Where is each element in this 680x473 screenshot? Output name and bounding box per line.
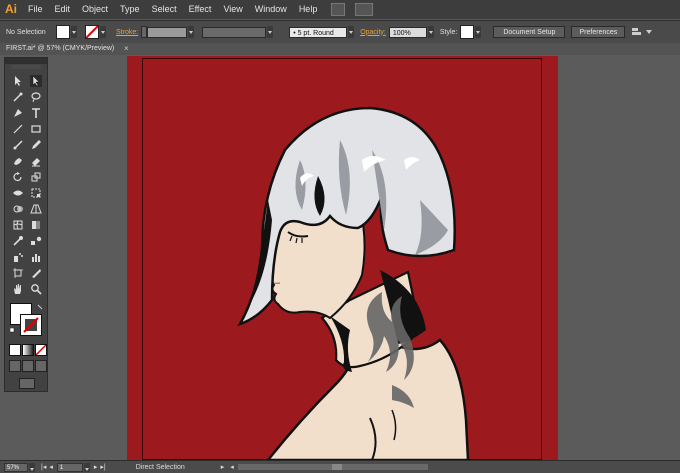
hand-tool-icon[interactable] [12,283,24,295]
document-tab[interactable]: FIRST.ai* @ 57% (CMYK/Preview) [2,43,118,55]
screen-mode-icon[interactable] [19,378,35,389]
line-segment-tool-icon[interactable] [12,123,24,135]
gradient-mode-button[interactable] [22,344,34,356]
next-artboard-icon[interactable]: ▸ [94,463,98,471]
width-tool-icon[interactable] [12,187,24,199]
menu-effect[interactable]: Effect [183,0,218,19]
menu-file[interactable]: File [22,0,49,19]
arrange-documents-icon[interactable] [355,3,374,16]
draw-behind-icon[interactable] [22,360,34,372]
rectangle-tool-icon[interactable] [30,123,42,135]
paintbrush-tool-icon[interactable] [12,139,24,151]
scale-tool-icon[interactable] [30,171,42,183]
shape-builder-tool-icon[interactable] [12,203,24,215]
stroke-swatch[interactable] [85,25,99,39]
direct-selection-tool-icon[interactable] [30,75,42,87]
brush-dropdown[interactable] [348,26,355,38]
menu-help[interactable]: Help [293,0,324,19]
menu-edit[interactable]: Edit [49,0,77,19]
preferences-button[interactable]: Preferences [571,26,626,38]
stroke-color-dropdown[interactable] [100,26,106,38]
current-tool-status[interactable]: Direct Selection [136,464,185,471]
previous-artboard-icon[interactable]: ◂ [49,463,53,471]
status-bar: 57% |◂ ◂ 1 ▸ ▸| Direct Selection ▸ ◂ [0,460,680,473]
menu-bar: Ai File Edit Object Type Select Effect V… [0,0,680,19]
last-artboard-icon[interactable]: ▸| [100,463,105,471]
tools-panel-header[interactable] [5,58,47,64]
menu-type[interactable]: Type [114,0,146,19]
status-menu-icon[interactable]: ▸ [221,463,225,471]
zoom-tool-icon[interactable] [30,283,42,295]
graphic-style-swatch[interactable] [460,25,475,39]
draw-inside-icon[interactable] [35,360,47,372]
none-stroke-icon [23,317,39,333]
artboard-dropdown[interactable] [83,462,90,472]
stroke-color-box[interactable] [20,314,42,336]
selection-tool-icon[interactable] [12,75,24,87]
blob-brush-tool-icon[interactable] [12,155,24,167]
pen-tool-icon[interactable] [12,107,24,119]
bridge-icon[interactable] [331,3,346,16]
menu-view[interactable]: View [217,0,248,19]
stroke-label[interactable]: Stroke: [116,29,138,36]
document-setup-button[interactable]: Document Setup [493,26,566,38]
default-fill-stroke-icon[interactable] [10,328,16,334]
eyedropper-tool-icon[interactable] [12,235,24,247]
stroke-weight-dropdown[interactable] [188,26,195,38]
fill-dropdown[interactable] [71,26,77,38]
free-transform-tool-icon[interactable] [30,187,42,199]
type-tool-icon[interactable] [30,107,42,119]
menu-window[interactable]: Window [249,0,293,19]
column-graph-tool-icon[interactable] [30,251,42,263]
pencil-tool-icon[interactable] [30,139,42,151]
scrollbar-thumb[interactable] [331,464,342,470]
tools-panel-grip[interactable] [11,65,41,69]
gradient-tool-icon[interactable] [30,219,42,231]
close-tab-icon[interactable]: × [124,43,129,55]
artboard-border [142,58,542,460]
magic-wand-tool-icon[interactable] [12,91,24,103]
none-mode-button[interactable] [35,344,47,356]
zoom-field[interactable]: 57% [4,462,28,472]
zoom-dropdown[interactable] [29,462,35,472]
none-icon [36,345,46,355]
color-mode-button[interactable] [9,344,21,356]
slice-tool-icon[interactable] [30,267,42,279]
eraser-tool-icon[interactable] [30,155,42,167]
brush-definition-field[interactable]: • 5 pt. Round [289,26,348,38]
pasteboard[interactable] [558,56,680,460]
rotate-tool-icon[interactable] [12,171,24,183]
style-label: Style: [439,28,458,36]
opacity-field[interactable]: 100% [388,26,427,38]
swap-fill-stroke-icon[interactable] [37,304,43,310]
tools-panel [4,57,48,392]
document-tab-row: FIRST.ai* @ 57% (CMYK/Preview) × [0,43,680,55]
first-artboard-icon[interactable]: |◂ [41,463,46,471]
opacity-label[interactable]: Opacity: [360,29,386,36]
app-logo: Ai [5,2,17,16]
artboard-tool-icon[interactable] [12,267,24,279]
variable-width-profile[interactable] [202,26,267,38]
arrange-icon[interactable] [631,27,643,37]
graphic-style-dropdown[interactable] [475,26,482,38]
menu-object[interactable]: Object [76,0,114,19]
menu-select[interactable]: Select [146,0,183,19]
fill-swatch[interactable] [56,25,70,39]
blend-tool-icon[interactable] [30,235,42,247]
scroll-left-icon[interactable]: ◂ [230,463,234,471]
artboard-number-field[interactable]: 1 [56,462,83,472]
control-bar: No Selection Stroke: • 5 pt. Round Opaci… [0,20,680,44]
opacity-dropdown[interactable] [427,26,434,38]
mesh-tool-icon[interactable] [12,219,24,231]
none-stroke-icon [86,26,98,38]
symbol-sprayer-tool-icon[interactable] [12,251,24,263]
brush-value: 5 pt. Round [297,29,334,37]
draw-normal-icon[interactable] [9,360,21,372]
perspective-grid-tool-icon[interactable] [30,203,42,215]
control-panel-menu-icon[interactable] [645,28,653,36]
selection-status: No Selection [6,28,46,36]
variable-width-dropdown[interactable] [267,26,274,38]
lasso-tool-icon[interactable] [30,91,42,103]
stroke-weight-field[interactable] [147,26,188,38]
